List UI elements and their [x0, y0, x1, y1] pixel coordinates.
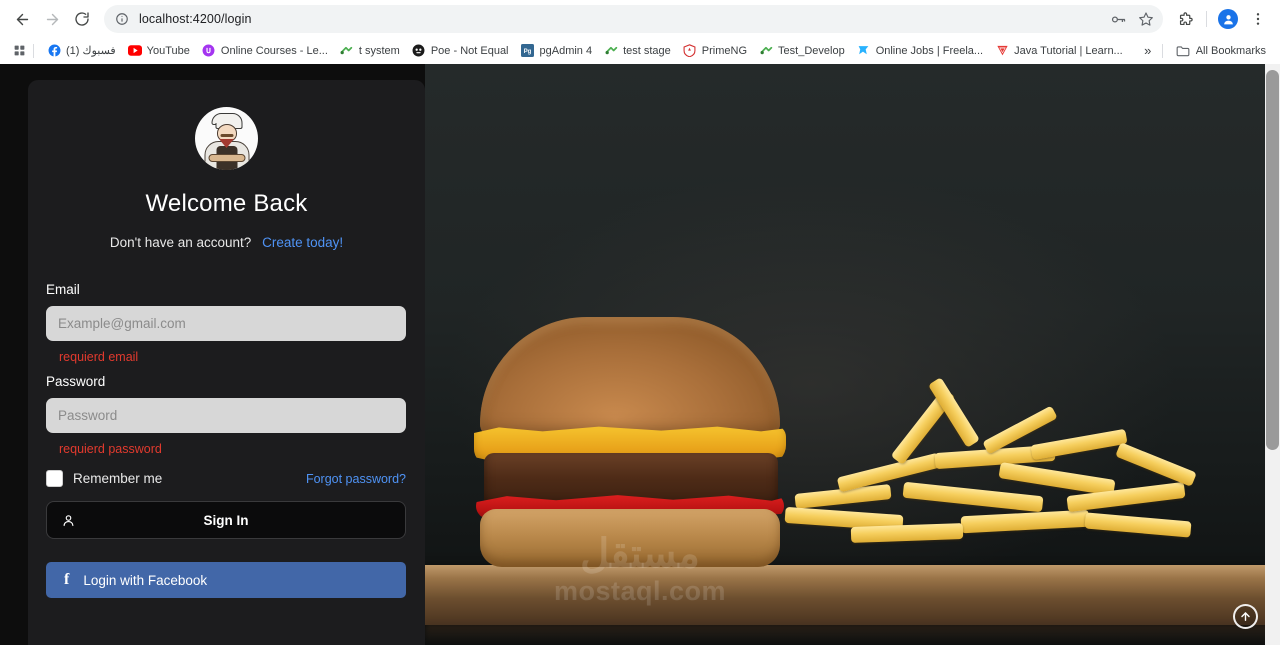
bookmark-label: فسبوك (1) — [66, 45, 116, 57]
bookmark-label: Java Tutorial | Learn... — [1014, 44, 1123, 57]
wooden-board — [425, 565, 1265, 625]
bookmark-item-test-stage[interactable]: test stage — [598, 42, 677, 60]
bookmark-item-test-develop[interactable]: Test_Develop — [753, 42, 851, 60]
login-card: Welcome Back Don't have an account? Crea… — [28, 80, 425, 645]
freelancer-icon — [857, 44, 871, 58]
facebook-login-label: Login with Facebook — [83, 572, 208, 588]
facebook-login-button[interactable]: f Login with Facebook — [46, 562, 406, 598]
forgot-password-link[interactable]: Forgot password? — [306, 472, 406, 486]
three-dot-menu-icon[interactable] — [1244, 5, 1272, 33]
burger-illustration — [474, 317, 786, 567]
signup-prompt-text: Don't have an account? — [109, 235, 252, 250]
java-tutorial-icon — [995, 44, 1009, 58]
all-bookmarks-label: All Bookmarks — [1195, 44, 1266, 57]
folder-icon — [1176, 44, 1190, 58]
password-input[interactable] — [46, 398, 406, 433]
address-bar[interactable]: localhost:4200/login — [104, 5, 1163, 33]
page-scrollbar-thumb[interactable] — [1266, 70, 1279, 450]
scroll-to-top-button[interactable] — [1233, 604, 1258, 629]
email-error-message: requierd email — [59, 350, 139, 364]
poe-icon — [412, 44, 426, 58]
bookmark-label: pgAdmin 4 — [539, 44, 593, 57]
reload-button[interactable] — [68, 5, 96, 33]
bookmarks-bar: فسبوك (1) YouTube Online Courses - Le...… — [0, 38, 1280, 64]
profile-avatar-icon[interactable] — [1214, 5, 1242, 33]
burger-bottom-bun — [480, 509, 780, 567]
burger-top-bun — [480, 317, 780, 437]
angular-page-icon — [604, 44, 618, 58]
sign-in-button[interactable]: Sign In — [46, 501, 406, 539]
bookmark-label: Test_Develop — [778, 44, 845, 57]
apps-grid-icon[interactable] — [8, 41, 30, 61]
pgadmin-icon: Pg — [521, 44, 535, 58]
bookmark-item-online-courses[interactable]: Online Courses - Le... — [196, 42, 334, 60]
chef-avatar-icon — [195, 107, 258, 170]
person-icon — [61, 513, 76, 528]
board-reflection — [425, 623, 1265, 645]
bookmark-label: PrimeNG — [701, 44, 748, 57]
bookmark-label: Online Courses - Le... — [220, 44, 328, 57]
bookmark-item-online-jobs[interactable]: Online Jobs | Freela... — [851, 42, 989, 60]
bookmark-item-primeng[interactable]: PrimeNG — [677, 42, 753, 60]
url-text: localhost:4200/login — [139, 12, 252, 26]
primeng-icon — [683, 44, 697, 58]
browser-window: localhost:4200/login فسبوك (1) YouTube O… — [0, 0, 1280, 645]
remember-me-checkbox[interactable] — [46, 470, 63, 487]
page-title: Welcome Back — [145, 190, 308, 217]
sign-in-label: Sign In — [203, 512, 249, 528]
bookmark-item-pgadmin[interactable]: Pg pgAdmin 4 — [515, 42, 599, 60]
info-circle-icon[interactable] — [114, 11, 130, 27]
browser-toolbar: localhost:4200/login — [0, 0, 1280, 38]
facebook-f-icon: f — [64, 571, 70, 588]
key-icon[interactable] — [1105, 6, 1131, 32]
email-label: Email — [46, 282, 80, 297]
remember-me-label: Remember me — [73, 471, 163, 486]
facebook-icon — [47, 44, 61, 58]
svg-text:Pg: Pg — [524, 49, 532, 55]
password-error-message: requierd password — [59, 442, 162, 456]
remember-me-group[interactable]: Remember me — [46, 470, 162, 487]
forward-button[interactable] — [38, 5, 66, 33]
bookmark-label: Online Jobs | Freela... — [875, 44, 984, 57]
bookmark-label: YouTube — [146, 44, 190, 57]
create-account-link[interactable]: Create today! — [262, 235, 343, 250]
signup-prompt-row: Don't have an account? Create today! — [46, 235, 407, 250]
extensions-puzzle-icon[interactable] — [1171, 5, 1199, 33]
youtube-icon — [127, 44, 142, 58]
all-bookmarks-button[interactable]: All Bookmarks — [1170, 42, 1272, 60]
bookmark-label: test stage — [623, 44, 671, 57]
food-photo — [425, 64, 1265, 645]
bookmark-label: Poe - Not Equal — [430, 44, 509, 57]
page-viewport: مستقل mostaql.com Welcome Back — [0, 64, 1280, 645]
star-icon[interactable] — [1133, 6, 1159, 32]
toolbar-right-group — [1171, 5, 1272, 33]
bookmark-item-java-tutorial[interactable]: Java Tutorial | Learn... — [989, 42, 1129, 60]
remember-row: Remember me Forgot password? — [46, 470, 406, 487]
avatar-container — [46, 107, 407, 170]
email-input[interactable] — [46, 306, 406, 341]
bookmarks-overflow-button[interactable]: » — [1137, 41, 1159, 61]
bookmark-item-poe[interactable]: Poe - Not Equal — [406, 42, 515, 60]
back-button[interactable] — [8, 5, 36, 33]
bookmark-label: t system — [358, 44, 400, 57]
angular-page-icon — [759, 44, 773, 58]
fries-pile — [784, 377, 1215, 563]
bookmark-item-t-system[interactable]: t system — [334, 42, 406, 60]
bookmarks-divider-right — [1161, 43, 1163, 58]
page-scrollbar-track[interactable] — [1265, 64, 1280, 645]
bookmarks-divider — [33, 43, 34, 58]
bookmark-item-facebook[interactable]: فسبوك (1) — [41, 42, 122, 60]
toolbar-divider — [1206, 11, 1207, 27]
angular-page-icon — [340, 44, 354, 58]
bookmark-item-youtube[interactable]: YouTube — [122, 42, 196, 60]
udemy-icon — [202, 44, 216, 58]
password-label: Password — [46, 374, 106, 389]
